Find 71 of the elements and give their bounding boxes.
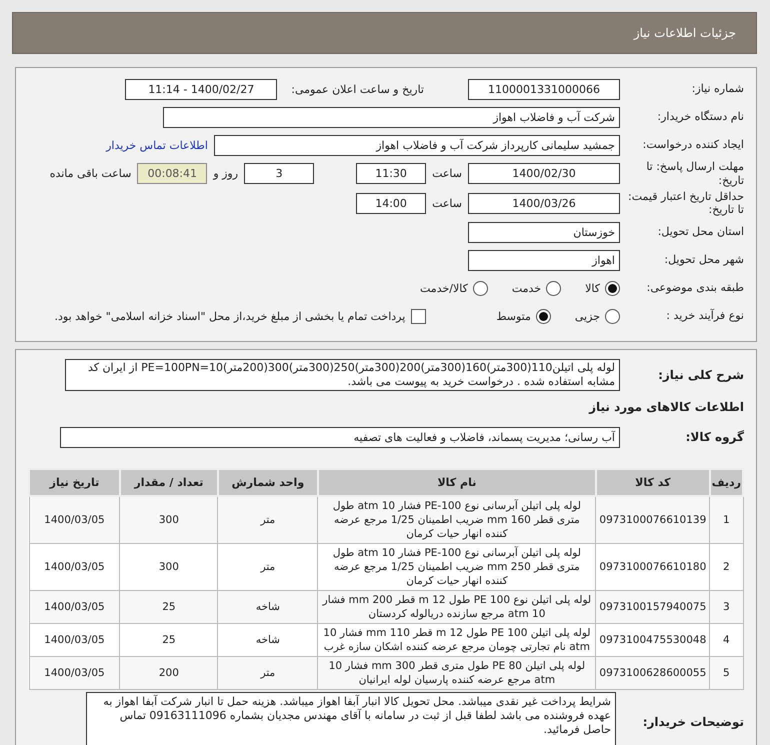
- buyer-contact-link[interactable]: اطلاعات تماس خریدار: [106, 138, 208, 152]
- goods-group-field: آب رسانی؛ مدیریت پسماند، فاضلاب و فعالیت های تصفیه: [60, 426, 620, 448]
- radio-button[interactable]: [605, 308, 620, 324]
- field-label: روز و: [213, 167, 238, 180]
- checkbox[interactable]: [411, 308, 426, 324]
- province-field: خوزستان: [468, 222, 620, 242]
- buyer-notes-field: شرایط پرداخت غیر نقدی میباشد. محل تحویل کالا انبار آبفا اهواز میباشد. هزینه حمل تا انبار شرکت آبفا اهواز به عهده فروشنده می باشد لطفا قبل از ثبت در سامانه با آقای مهندس مجدیان بشماره 09163111096 تماس حاصل فرمائید.: [86, 692, 616, 745]
- response-date-field: 1400/02/30: [468, 163, 620, 184]
- radio-label: خدمت: [512, 282, 542, 294]
- column-header: کد کالا: [596, 469, 710, 496]
- radio-button[interactable]: [546, 280, 562, 296]
- field-label: نام دستگاه خریدار:: [656, 110, 744, 124]
- field-label: شرح کلی نیاز:: [657, 368, 744, 382]
- table-cell: شاخه: [218, 590, 318, 624]
- table-cell: 0973100628600055: [596, 656, 710, 690]
- treasury-payment-label: پرداخت تمام یا بخشی از مبلغ خرید،از محل "اسناد خزانه اسلامی" خواهد بود.: [54, 310, 406, 322]
- table-cell: 1400/03/05: [29, 496, 120, 544]
- table-cell: 1400/03/05: [29, 656, 120, 690]
- page-title: جزئیات اطلاعات نیاز: [12, 12, 757, 54]
- column-header: تعداد / مقدار: [120, 469, 218, 496]
- validity-date-field: 1400/03/26: [468, 192, 620, 214]
- radio-button[interactable]: [536, 308, 551, 324]
- need-description-field: لوله پلی اتیلن110(300متر)160(300متر)200(300متر)250(300متر)300(200متر)PE=100PN=10 از ایران کد مشابه استفاده شده . درخواست خرید به پیوست می باشد.: [65, 359, 620, 391]
- announce-date-field: 1400/02/27 - 11:14: [125, 78, 278, 100]
- field-label: مهلت ارسال پاسخ: تا تاریخ:: [645, 160, 744, 188]
- radio-label: کالا/خدمت: [420, 282, 468, 294]
- table-cell: 25: [120, 590, 218, 624]
- validity-time-field: 14:00: [356, 192, 426, 214]
- field-label: توضیحات خریدار:: [642, 714, 744, 730]
- field-label: حداقل تاریخ اعتبار قیمت: تا تاریخ:: [627, 190, 744, 217]
- table-cell: 0973100157940075: [596, 590, 710, 624]
- table-cell: 1400/03/05: [29, 590, 120, 624]
- days-field: 3: [244, 163, 314, 184]
- response-time-field: 11:30: [356, 163, 426, 184]
- section-title: اطلاعات کالاهای مورد نیاز: [588, 399, 744, 416]
- field-label: شهر محل تحویل:: [663, 253, 744, 267]
- radio-button[interactable]: [605, 280, 620, 296]
- buyer-org-field: شرکت آب و فاضلاب اهواز: [163, 106, 620, 128]
- field-label: ایجاد کننده درخواست:: [642, 138, 744, 152]
- table-cell: لوله پلی اتیلن نوع PE 100 طول 12 m قطر 200 mm فشار 10 atm مرجع سازنده دریالوله کردستان: [318, 590, 596, 624]
- need-number-field: 1100001331000066: [468, 78, 620, 100]
- field-label: ساعت: [432, 167, 462, 180]
- radio-label: جزیی: [574, 310, 600, 322]
- radio-label: کالا: [585, 282, 600, 294]
- table-cell: 200: [120, 656, 218, 690]
- table-cell: لوله پلی اتیلن PE 80 طول متری قطر 300 mm فشار 10 atm مرجع عرضه کننده پارسیان لوله ایرانیان: [318, 656, 596, 690]
- table-cell: 1: [710, 496, 743, 544]
- column-header: ردیف: [710, 469, 743, 496]
- table-cell: متر: [218, 656, 318, 690]
- radio-button[interactable]: [472, 280, 488, 296]
- field-label: گروه کالا:: [684, 430, 744, 444]
- field-label: تاریخ و ساعت اعلان عمومی:: [291, 82, 424, 96]
- radio-label: متوسط: [496, 310, 531, 322]
- field-label: شماره نیاز:: [690, 82, 744, 96]
- field-label: طبقه بندی موضوعی:: [646, 281, 744, 295]
- requester-field: جمشید سلیمانی کارپرداز شرکت آب و فاضلاب اهواز: [214, 134, 620, 156]
- table-cell: متر: [218, 496, 318, 544]
- field-label: ساعت: [432, 196, 462, 210]
- table-cell: 5: [710, 656, 743, 690]
- table-cell: 300: [120, 496, 218, 544]
- column-header: نام کالا: [318, 469, 596, 496]
- column-header: واحد شمارش: [218, 469, 318, 496]
- field-label: استان محل تحویل:: [656, 225, 744, 239]
- table-cell: 0973100076610139: [596, 496, 710, 544]
- field-label: ساعت باقی مانده: [50, 167, 132, 180]
- column-header: تاریخ نیاز: [29, 469, 120, 496]
- field-label: نوع فرآیند خرید :: [665, 309, 744, 323]
- remaining-time-field: 00:08:41: [137, 163, 208, 184]
- table-cell: لوله پلی اتیلن آبرسانی نوع PE-100 فشار 10 atm طول متری قطر 160 mm ضریب اطمینان 1/25 مرجع عرضه کننده انهار حیات کرمان: [318, 496, 596, 544]
- table-cell: 3: [710, 590, 743, 624]
- city-field: اهواز: [468, 250, 620, 270]
